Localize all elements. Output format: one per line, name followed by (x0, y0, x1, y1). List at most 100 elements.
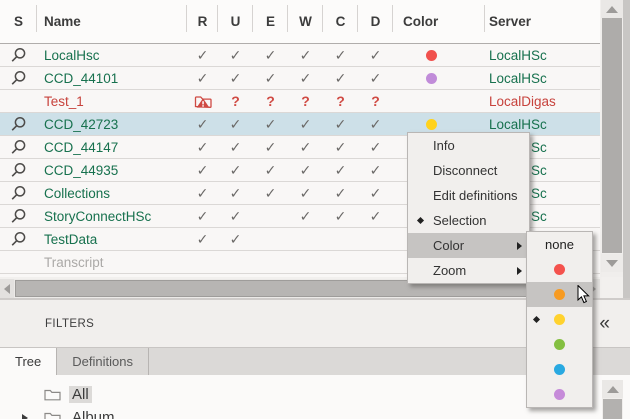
magnifier-icon[interactable] (10, 162, 27, 178)
menu-item-label: Color (433, 238, 464, 253)
check-icon: ✓ (230, 117, 242, 131)
color-option-4[interactable] (527, 332, 592, 357)
color-option-none[interactable]: none (527, 232, 592, 257)
status-cell-u: ✓ (218, 67, 253, 89)
magnifier-icon[interactable] (10, 139, 27, 155)
column-header-u[interactable]: U (218, 0, 253, 43)
triangle-right-icon (22, 414, 28, 419)
tree-vertical-scrollbar[interactable] (602, 380, 623, 419)
diamond-bullet-icon (533, 316, 540, 323)
tab-tree[interactable]: Tree (0, 348, 57, 375)
question-icon: ? (336, 94, 345, 108)
tab-definitions[interactable]: Definitions (57, 348, 149, 375)
check-icon: ✓ (197, 163, 209, 177)
scroll-down-button[interactable] (601, 254, 623, 272)
question-icon: ? (301, 94, 310, 108)
name-cell: TestData (37, 228, 187, 250)
magnifier-icon[interactable] (10, 231, 27, 247)
magnifier-icon[interactable] (10, 47, 27, 63)
column-header-r[interactable]: R (187, 0, 218, 43)
arrow-right-icon (517, 267, 522, 275)
check-icon: ✓ (335, 71, 347, 85)
status-cell-e: ? (253, 90, 288, 112)
status-cell-r (187, 90, 218, 112)
menu-item-color[interactable]: Color (408, 233, 529, 258)
column-header-c[interactable]: C (323, 0, 358, 43)
status-cell-w (288, 228, 323, 250)
check-icon: ✓ (197, 71, 209, 85)
menu-item-label: Zoom (433, 263, 466, 278)
check-icon: ✓ (230, 140, 242, 154)
table-vertical-scrollbar[interactable] (601, 0, 623, 277)
status-cell-w: ✓ (288, 44, 323, 66)
status-cell-d: ✓ (358, 159, 393, 181)
status-cell-c: ✓ (323, 67, 358, 89)
scroll-up-button[interactable] (602, 380, 623, 398)
check-icon: ✓ (370, 48, 382, 62)
column-header-s[interactable]: S (0, 0, 37, 43)
check-icon: ✓ (335, 209, 347, 223)
menu-item-label: Disconnect (433, 163, 497, 178)
name-cell: Test_1 (37, 90, 187, 112)
check-icon: ✓ (335, 140, 347, 154)
status-cell-c: ✓ (323, 44, 358, 66)
status-cell-c: ✓ (323, 159, 358, 181)
menu-item-selection[interactable]: Selection (408, 208, 529, 233)
scroll-left-button[interactable] (0, 279, 14, 298)
check-icon: ✓ (265, 117, 277, 131)
status-cell-d (358, 228, 393, 250)
question-icon: ? (266, 94, 275, 108)
color-option-6[interactable] (527, 382, 592, 407)
column-header-name[interactable]: Name (37, 0, 187, 43)
menu-item-disconnect[interactable]: Disconnect (408, 158, 529, 183)
check-icon: ✓ (197, 48, 209, 62)
window-edge (623, 0, 630, 298)
color-option-1[interactable] (527, 257, 592, 282)
expander-icon[interactable] (19, 414, 31, 419)
question-icon: ? (231, 94, 240, 108)
name-cell: CCD_44147 (37, 136, 187, 158)
color-option-3[interactable] (527, 307, 592, 332)
name-cell: CCD_44935 (37, 159, 187, 181)
magnifier-icon[interactable] (10, 185, 27, 201)
check-icon: ✓ (335, 117, 347, 131)
collapse-panel-button[interactable]: « (599, 300, 610, 347)
check-icon: ✓ (265, 71, 277, 85)
check-icon: ✓ (335, 48, 347, 62)
column-header-color[interactable]: Color (393, 0, 485, 43)
mouse-cursor (577, 285, 591, 310)
check-icon: ✓ (300, 71, 312, 85)
scrollbar-thumb[interactable] (603, 399, 622, 419)
color-cell (393, 44, 485, 66)
check-icon: ✓ (197, 186, 209, 200)
column-header-server[interactable]: Server (485, 0, 600, 43)
server-cell: LocalHSc (485, 44, 600, 66)
table-row[interactable]: Test_1?????LocalDigas (0, 90, 600, 113)
table-row[interactable]: LocalHsc✓✓✓✓✓✓LocalHSc (0, 44, 600, 67)
magnifier-icon[interactable] (10, 116, 27, 132)
check-icon: ✓ (265, 163, 277, 177)
check-icon: ✓ (300, 140, 312, 154)
scroll-up-button[interactable] (601, 0, 623, 18)
column-header-d[interactable]: D (358, 0, 393, 43)
search-cell (0, 159, 37, 181)
search-cell (0, 44, 37, 66)
column-header-w[interactable]: W (288, 0, 323, 43)
status-cell-w: ✓ (288, 159, 323, 181)
magnifier-icon[interactable] (10, 208, 27, 224)
scrollbar-thumb[interactable] (602, 18, 622, 253)
check-icon: ✓ (335, 186, 347, 200)
status-cell-u: ✓ (218, 136, 253, 158)
magnifier-icon[interactable] (10, 70, 27, 86)
status-cell-r (187, 251, 218, 273)
status-cell-e: ✓ (253, 136, 288, 158)
status-cell-e: ✓ (253, 113, 288, 135)
search-cell (0, 113, 37, 135)
menu-item-zoom[interactable]: Zoom (408, 258, 529, 283)
color-dot-icon (554, 289, 565, 300)
menu-item-edit-definitions[interactable]: Edit definitions (408, 183, 529, 208)
table-row[interactable]: CCD_44101✓✓✓✓✓✓LocalHSc (0, 67, 600, 90)
column-header-e[interactable]: E (253, 0, 288, 43)
menu-item-info[interactable]: Info (408, 133, 529, 158)
color-option-5[interactable] (527, 357, 592, 382)
